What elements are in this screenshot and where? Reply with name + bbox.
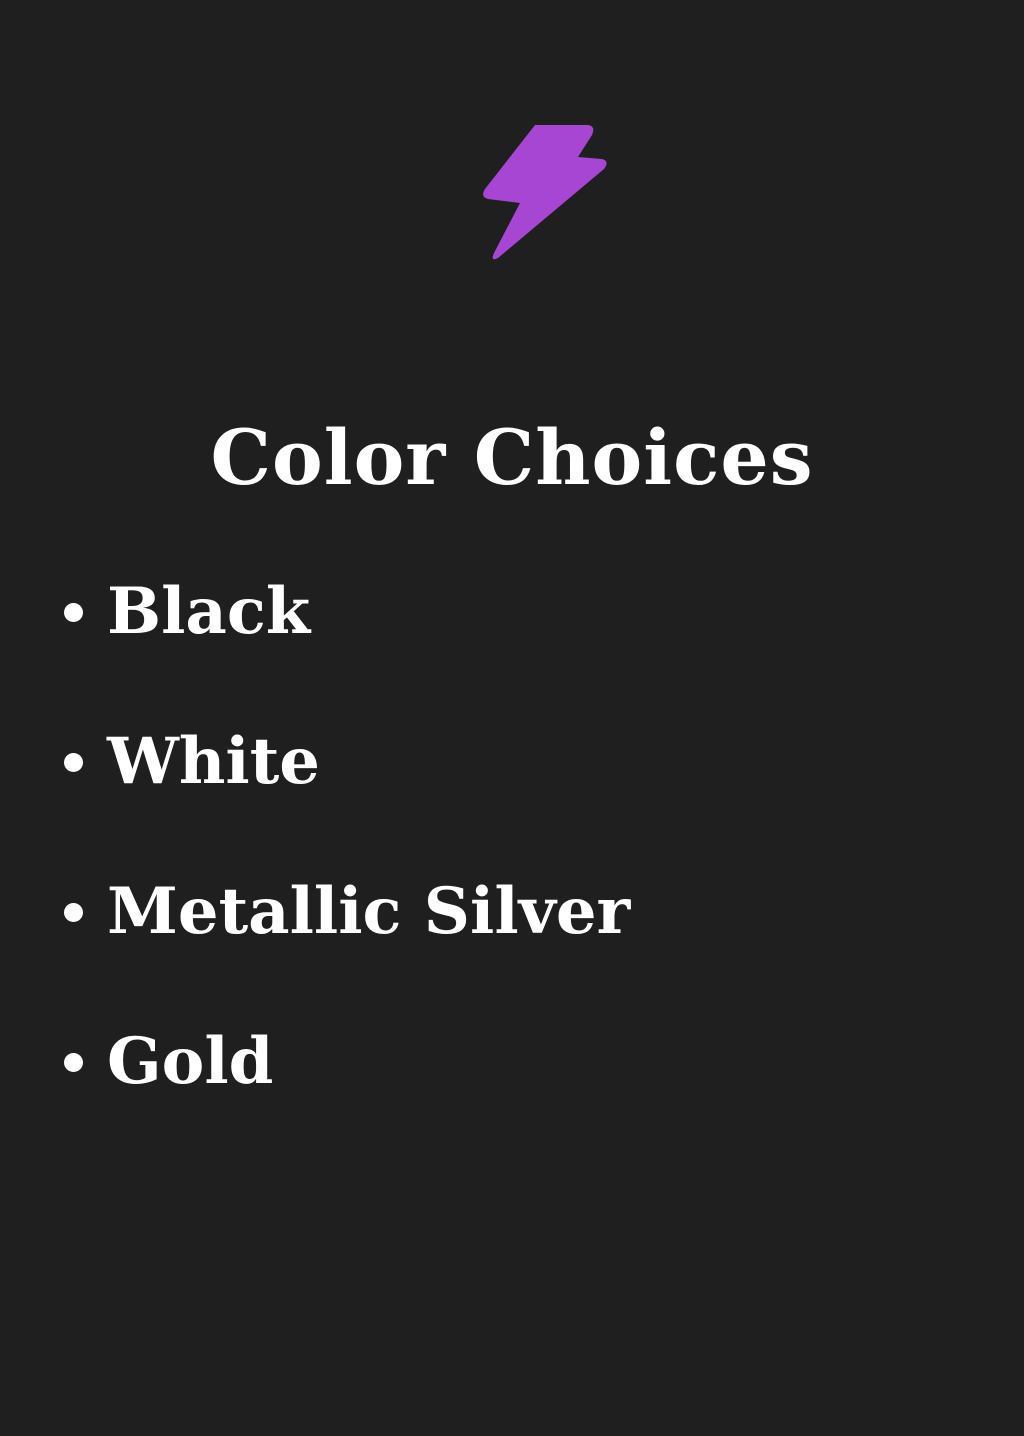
color-label: Black bbox=[107, 574, 311, 649]
list-item: White bbox=[58, 720, 630, 804]
bullet-icon bbox=[64, 752, 83, 772]
list-item: Black bbox=[58, 570, 630, 654]
lightning-bolt-shape bbox=[483, 125, 607, 260]
lightning-bolt-icon bbox=[470, 115, 615, 270]
color-list: Black White Metallic Silver Gold bbox=[58, 570, 630, 1170]
page-title: Color Choices bbox=[210, 413, 814, 502]
color-label: Gold bbox=[107, 1024, 274, 1099]
bullet-icon bbox=[64, 902, 83, 922]
list-item: Metallic Silver bbox=[58, 870, 630, 954]
list-item: Gold bbox=[58, 1020, 630, 1104]
color-label: Metallic Silver bbox=[107, 874, 631, 949]
bullet-icon bbox=[64, 1052, 83, 1072]
color-label: White bbox=[107, 724, 320, 799]
bullet-icon bbox=[64, 602, 83, 622]
